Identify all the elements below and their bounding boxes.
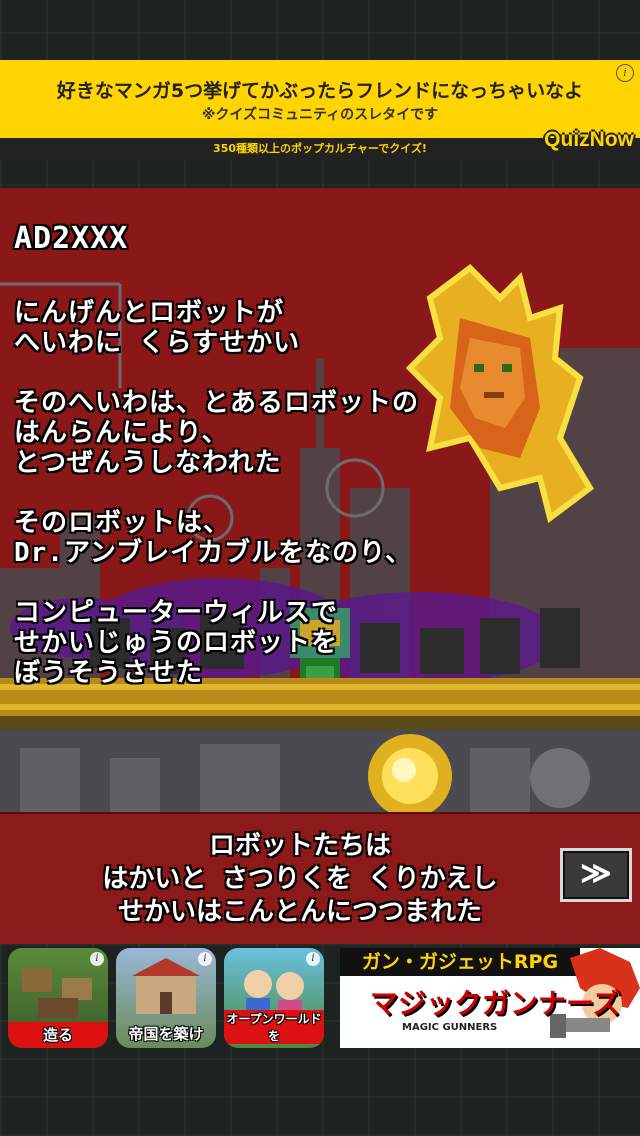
- dialog-text: ロボットたちは はかいと さつりくを くりかえし せかいはこんとんにつつまれた: [102, 831, 498, 927]
- info-icon[interactable]: i: [90, 952, 104, 966]
- story-paragraph-3: そのロボットは、 Dr.アンブレイカブルをなのり、: [14, 508, 413, 568]
- story-narration: AD2XXX にんげんとロボットが へいわに くらすせかい そのへいわは、とある…: [14, 224, 614, 718]
- dialog-box[interactable]: ロボットたちは はかいと さつりくを くりかえし せかいはこんとんにつつまれた: [0, 812, 640, 944]
- fast-forward-button[interactable]: ≫: [560, 848, 632, 902]
- ad-tile-2[interactable]: i 帝国を築け: [116, 948, 216, 1048]
- ad-tile-caption: オープンワールドを: [224, 1010, 324, 1044]
- magic-gunners-banner[interactable]: ガン・ガジェットRPG マジックガンナーズ MAGIC GUNNERS: [340, 948, 640, 1048]
- top-ad-banner[interactable]: 好きなマンガ5つ挙げてかぶったらフレンドになっちゃいなよ ※クイズコミュニティの…: [0, 60, 640, 138]
- story-paragraph-4: コンピューターウィルスで せかいじゅうのロボットを ぼうそうさせた: [14, 598, 339, 688]
- ad-tile-caption: 造る: [8, 1022, 108, 1048]
- game-logo-subtitle: MAGIC GUNNERS: [402, 1022, 498, 1033]
- ad-headline: 好きなマンガ5つ挙げてかぶったらフレンドになっちゃいなよ: [56, 80, 584, 102]
- story-paragraph-1: にんげんとロボットが へいわに くらすせかい: [14, 298, 301, 358]
- quiznow-logo[interactable]: QuizNow: [544, 128, 634, 152]
- info-icon[interactable]: i: [198, 952, 212, 966]
- story-paragraph-2: そのへいわは、とあるロボットの はんらんにより、 とつぜんうしなわれた: [14, 388, 420, 478]
- ad-tile-1[interactable]: i 造る: [8, 948, 108, 1048]
- era-title: AD2XXX: [14, 221, 129, 256]
- bottom-ad-row: i 造る i 帝国を築け i オープンワールドを ガン・ガジェットRPG マジッ…: [0, 946, 640, 1048]
- info-icon[interactable]: i: [616, 64, 634, 82]
- story-panel[interactable]: AD2XXX にんげんとロボットが へいわに くらすせかい そのへいわは、とある…: [0, 188, 640, 812]
- info-icon[interactable]: i: [306, 952, 320, 966]
- game-logo: マジックガンナーズ: [370, 987, 621, 1020]
- ad-tile-caption: 帝国を築け: [128, 1025, 204, 1043]
- ad-subline: ※クイズコミュニティのスレタイです: [201, 107, 439, 123]
- ad-tile-3[interactable]: i オープンワールドを: [224, 948, 324, 1048]
